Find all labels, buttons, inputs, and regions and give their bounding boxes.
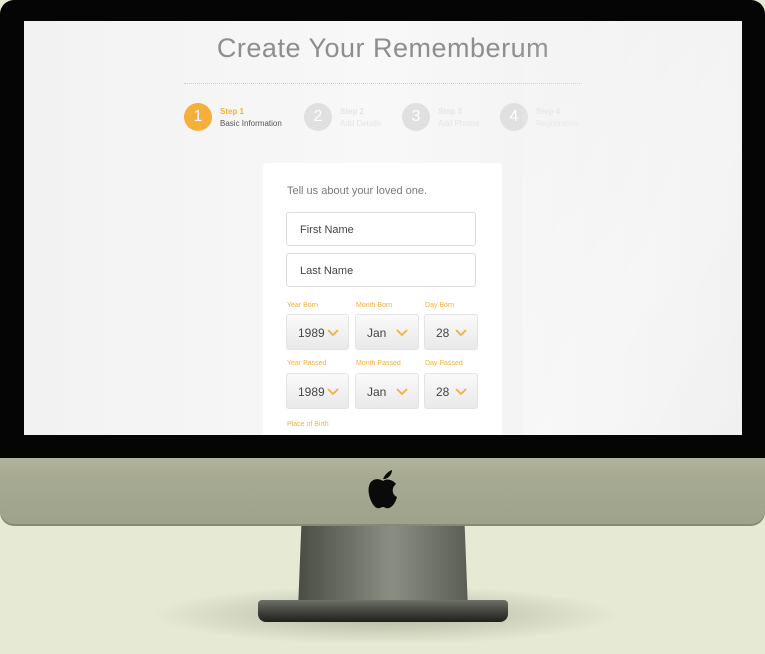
step-label: Step 2 [340,107,365,116]
select-value: 1989 [298,326,325,340]
year-born-select[interactable]: 1989 [286,314,349,350]
year-passed-select[interactable]: 1989 [286,373,349,409]
form-card: Tell us about your loved one. First Name… [263,163,502,435]
year-born-label: Year Born [287,302,318,309]
select-value: Jan [367,326,387,340]
monitor-base [258,600,508,622]
last-name-field[interactable]: Last Name [286,253,476,287]
chevron-down-icon [327,388,339,396]
select-value: 28 [436,385,450,399]
month-passed-label: Month Passed [356,360,401,367]
step-name: Basic Information [220,119,282,128]
step-name: Registration [536,119,579,128]
month-born-select[interactable]: Jan [355,314,419,350]
step-number-circle: 3 [402,103,430,131]
step-label: Step 3 [438,107,463,116]
day-born-label: Day Born [425,302,455,309]
step-label: Step 1 [220,107,245,116]
step-name: Add Photos [438,119,480,128]
step-number-circle: 4 [500,103,528,131]
screen: Create Your Rememberum 1 Step 1 Basic In… [24,21,742,435]
day-passed-select[interactable]: 28 [424,373,478,409]
monitor-stand [298,524,468,610]
step-indicator: 1 Step 1 Basic Information 2 Step 2 Add … [184,103,604,133]
chevron-down-icon [455,388,467,396]
year-passed-label: Year Passed [287,360,327,367]
chevron-down-icon [396,329,408,337]
select-value: 1989 [298,385,325,399]
step-name: Add Details [340,119,381,128]
chevron-down-icon [327,329,339,337]
form-intro: Tell us about your loved one. [287,185,428,197]
apple-logo-icon [368,470,397,509]
month-passed-select[interactable]: Jan [355,373,419,409]
day-passed-label: Day Passed [425,360,463,367]
day-born-select[interactable]: 28 [424,314,478,350]
chevron-down-icon [396,388,408,396]
select-value: 28 [436,326,450,340]
month-born-label: Month Born [356,302,393,309]
divider [184,83,582,84]
first-name-field[interactable]: First Name [286,212,476,246]
page-title: Create Your Rememberum [216,33,550,63]
chevron-down-icon [455,329,467,337]
step-label: Step 4 [536,107,561,116]
select-value: Jan [367,385,387,399]
step-number-circle: 2 [304,103,332,131]
step-number-circle: 1 [184,103,212,131]
place-of-birth-label: Place of Birth [287,421,329,428]
